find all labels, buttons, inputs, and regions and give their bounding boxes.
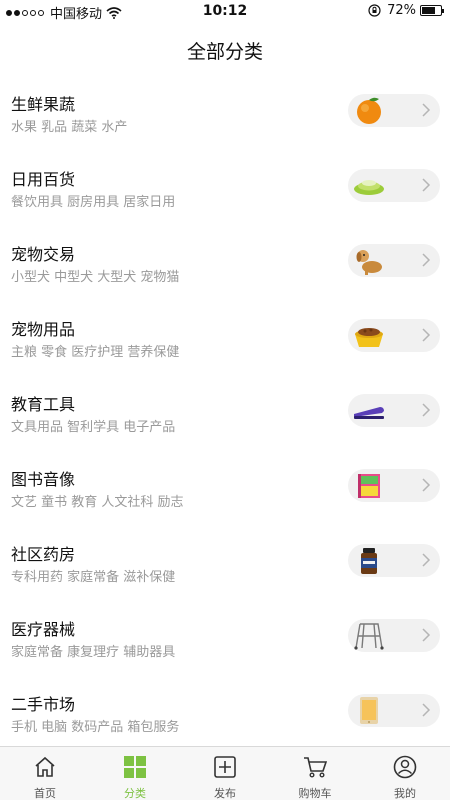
- chevron-right-icon: [422, 628, 431, 642]
- profile-icon: [393, 755, 417, 779]
- category-row-pharmacy[interactable]: 社区药房 专科用药 家庭常备 滋补保健: [0, 528, 450, 603]
- tab-bar: 首页 分类 发布 购物车 我的: [0, 746, 450, 800]
- battery-icon: [420, 5, 444, 16]
- page-title: 全部分类: [186, 40, 263, 63]
- dog-image: [356, 250, 382, 275]
- category-entry-button[interactable]: [348, 694, 440, 727]
- chevron-right-icon: [422, 328, 431, 342]
- category-entry-button[interactable]: [348, 319, 440, 352]
- category-entry-button[interactable]: [348, 469, 440, 502]
- stapler-image: [354, 407, 384, 419]
- tablet-image: [360, 697, 378, 724]
- tab-label: 购物车: [298, 787, 332, 800]
- book-image: [358, 474, 380, 498]
- orientation-lock-icon: [368, 4, 381, 17]
- category-row-pet-supplies[interactable]: 宠物用品 主粮 零食 医疗护理 营养保健: [0, 303, 450, 378]
- chevron-right-icon: [422, 178, 431, 192]
- home-icon: [35, 756, 55, 777]
- tab-cart[interactable]: 购物车: [270, 747, 360, 800]
- category-row-education[interactable]: 教育工具 文具用品 智利学具 电子产品: [0, 378, 450, 453]
- category-title: 医疗器械: [11, 620, 76, 639]
- category-entry-button[interactable]: [348, 94, 440, 127]
- tab-label: 分类: [124, 787, 146, 800]
- chevron-right-icon: [422, 103, 431, 117]
- walker-image: [354, 623, 384, 650]
- chevron-right-icon: [422, 553, 431, 567]
- category-list: 生鲜果蔬 水果 乳品 蔬菜 水产 日用百货 餐饮用具 厨房用具 居家日用 宠物交…: [0, 78, 450, 753]
- publish-plus-icon: [214, 756, 236, 778]
- category-title: 教育工具: [11, 395, 76, 414]
- tab-publish[interactable]: 发布: [180, 747, 270, 800]
- category-title: 图书音像: [11, 470, 76, 489]
- chevron-right-icon: [422, 478, 431, 492]
- category-title: 生鲜果蔬: [11, 95, 76, 114]
- tab-category[interactable]: 分类: [90, 747, 180, 800]
- category-entry-button[interactable]: [348, 244, 440, 277]
- status-right: 72%: [368, 3, 444, 18]
- tab-label: 首页: [34, 787, 56, 800]
- category-entry-button[interactable]: [348, 619, 440, 652]
- chevron-right-icon: [422, 703, 431, 717]
- category-row-medical-devices[interactable]: 医疗器械 家庭常备 康复理疗 辅助器具: [0, 603, 450, 678]
- battery-percent: 72%: [387, 3, 416, 18]
- category-row-daily[interactable]: 日用百货 餐饮用具 厨房用具 居家日用: [0, 153, 450, 228]
- category-subtitle: 小型犬 中型犬 大型犬 宠物猫: [11, 270, 180, 285]
- category-row-books[interactable]: 图书音像 文艺 童书 教育 人文社科 励志: [0, 453, 450, 528]
- category-row-fresh[interactable]: 生鲜果蔬 水果 乳品 蔬菜 水产: [0, 78, 450, 153]
- category-entry-button[interactable]: [348, 394, 440, 427]
- pet-bowl-image: [355, 328, 383, 347]
- tab-label: 我的: [394, 787, 416, 800]
- tab-label: 发布: [214, 787, 236, 800]
- category-subtitle: 水果 乳品 蔬菜 水产: [11, 120, 128, 135]
- navigation-bar: 全部分类: [0, 22, 450, 78]
- tab-profile[interactable]: 我的: [360, 747, 450, 800]
- category-row-second-hand[interactable]: 二手市场 手机 电脑 数码产品 箱包服务: [0, 678, 450, 753]
- category-title: 日用百货: [11, 170, 76, 189]
- status-bar: 中国移动 10:12 72%: [0, 0, 450, 22]
- category-title: 宠物用品: [11, 320, 76, 339]
- category-subtitle: 文具用品 智利学具 电子产品: [11, 420, 176, 435]
- category-subtitle: 专科用药 家庭常备 滋补保健: [11, 570, 176, 585]
- medicine-bottle-image: [361, 548, 377, 574]
- category-entry-button[interactable]: [348, 169, 440, 202]
- category-title: 二手市场: [11, 695, 76, 714]
- category-entry-button[interactable]: [348, 544, 440, 577]
- cart-icon: [304, 757, 327, 778]
- tab-home[interactable]: 首页: [0, 747, 90, 800]
- category-subtitle: 家庭常备 康复理疗 辅助器具: [11, 645, 176, 660]
- orange-image: [357, 97, 381, 124]
- chevron-right-icon: [422, 403, 431, 417]
- category-grid-icon: [124, 756, 146, 778]
- category-row-pet-trade[interactable]: 宠物交易 小型犬 中型犬 大型犬 宠物猫: [0, 228, 450, 303]
- category-subtitle: 餐饮用具 厨房用具 居家日用: [11, 195, 176, 210]
- category-subtitle: 文艺 童书 教育 人文社科 励志: [11, 495, 184, 510]
- plates-image: [354, 180, 384, 195]
- category-subtitle: 手机 电脑 数码产品 箱包服务: [11, 720, 180, 735]
- category-title: 宠物交易: [11, 245, 76, 264]
- category-title: 社区药房: [11, 545, 76, 564]
- chevron-right-icon: [422, 253, 431, 267]
- category-subtitle: 主粮 零食 医疗护理 营养保健: [11, 345, 180, 360]
